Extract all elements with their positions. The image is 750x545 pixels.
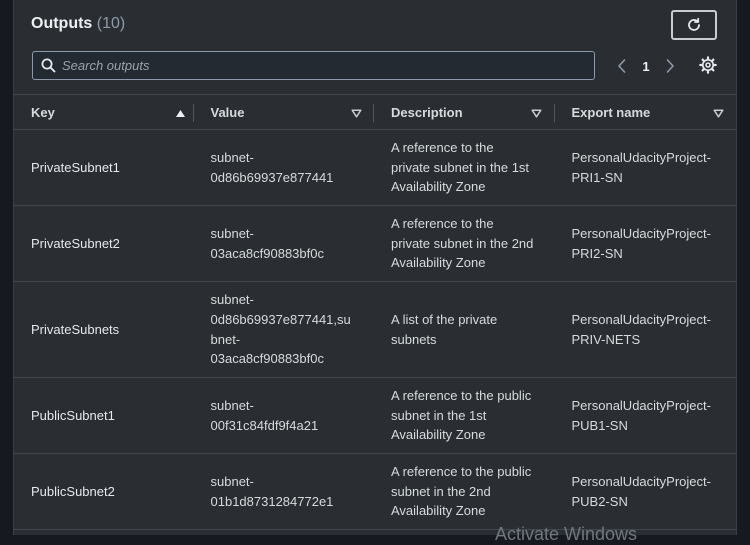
table-row: PublicSubnet1 subnet- 00f31c84fdf9f4a21 … [14,378,736,454]
table-row: PrivateSubnet2 subnet- 03aca8cf90883bf0c… [14,206,736,282]
caret-down-icon[interactable] [350,107,362,119]
chevron-left-icon [618,59,626,73]
outputs-panel: Outputs (10) 1 [13,0,737,535]
column-header-export-name[interactable]: Export name [555,95,737,129]
title-text: Outputs [31,15,93,32]
cell-value: subnet- 03aca8cf90883bf0c [194,206,375,281]
column-header-value[interactable]: Value [194,95,374,129]
table-row: PrivateSubnets subnet- 0d86b69937e877441… [14,282,736,378]
cell-text: subnet- 01b1d8731284772e1 [210,473,334,509]
cell-text: A reference to the public subnet in the … [391,464,532,519]
cell-export-name: PersonalUdacityProject- PRI1-SN [555,130,737,205]
cell-value: subnet- 01b1d8731284772e1 [194,454,375,529]
cell-description: A list of the private subnets [374,282,555,377]
current-page[interactable]: 1 [629,59,663,74]
caret-up-icon[interactable] [175,107,187,119]
outputs-header: Outputs (10) [14,0,736,46]
cell-text: A reference to the public subnet in the … [391,388,532,443]
cell-value: subnet- 0d86b69937e877441 [194,130,375,205]
cell-text: subnet- 0d86b69937e877441 [210,149,334,185]
cell-export-name: PersonalUdacityProject- PRIV-NETS [555,282,737,377]
cell-key: PrivateSubnets [31,321,120,337]
table-header: Key Value Description Export name [14,94,736,130]
cell-text: A reference to the private subnet in the… [391,140,530,195]
column-header-description[interactable]: Description [374,95,555,129]
cell-key: PrivateSubnet1 [31,159,120,175]
cell-value: subnet- 0d86b69937e877441,su bnet- 03aca… [194,282,375,377]
cell-text: PersonalUdacityProject- PRI2-SN [571,225,711,261]
cell-export-name: PersonalUdacityProject- PRI2-SN [555,206,737,281]
cell-text: A list of the private subnets [391,311,498,347]
cell-text: subnet- 00f31c84fdf9f4a21 [210,397,319,433]
cell-text: subnet- 03aca8cf90883bf0c [210,225,324,261]
column-header-key[interactable]: Key [14,95,194,129]
search-field[interactable] [32,51,595,80]
next-page-button[interactable] [663,56,677,76]
cell-text: PersonalUdacityProject- PUB2-SN [571,473,711,509]
previous-page-button[interactable] [615,56,629,76]
table-row: PublicSubnet2 subnet- 01b1d8731284772e1 … [14,454,736,530]
gear-icon [699,56,717,74]
search-input[interactable] [62,58,562,73]
cell-description: A reference to the private subnet in the… [374,206,555,281]
refresh-button[interactable] [671,10,717,40]
caret-down-icon[interactable] [712,107,724,119]
search-icon [40,58,56,74]
cell-description: A reference to the public subnet in the … [374,378,555,453]
cell-description: A reference to the public subnet in the … [374,454,555,529]
cell-export-name: PersonalUdacityProject- PUB2-SN [555,454,737,529]
cell-description: A reference to the private subnet in the… [374,130,555,205]
refresh-icon [686,17,702,33]
column-label: Description [391,104,463,120]
cell-text: A reference to the private subnet in the… [391,216,534,271]
page-title: Outputs (10) [31,15,125,33]
column-label: Export name [571,104,651,120]
cell-export-name: PersonalUdacityProject- PUB1-SN [555,378,737,453]
cell-text: PersonalUdacityProject- PUB1-SN [571,397,711,433]
caret-down-icon[interactable] [531,107,543,119]
column-label: Key [31,104,55,120]
cell-key: PublicSubnet2 [31,483,115,499]
cell-text: PersonalUdacityProject- PRI1-SN [571,149,711,185]
cell-key: PublicSubnet1 [31,407,115,423]
column-label: Value [210,104,245,120]
chevron-right-icon [666,59,674,73]
outputs-table: Key Value Description Export name Privat… [14,94,736,530]
cell-value: subnet- 00f31c84fdf9f4a21 [194,378,375,453]
cell-text: PersonalUdacityProject- PRIV-NETS [571,311,711,347]
pagination: 1 [615,52,677,80]
settings-button[interactable] [699,56,717,74]
outputs-count: (10) [96,15,126,32]
table-row: PrivateSubnet1 subnet- 0d86b69937e877441… [14,130,736,206]
cell-key: PrivateSubnet2 [31,235,120,251]
cell-text: subnet- 0d86b69937e877441,su bnet- 03aca… [210,292,351,367]
